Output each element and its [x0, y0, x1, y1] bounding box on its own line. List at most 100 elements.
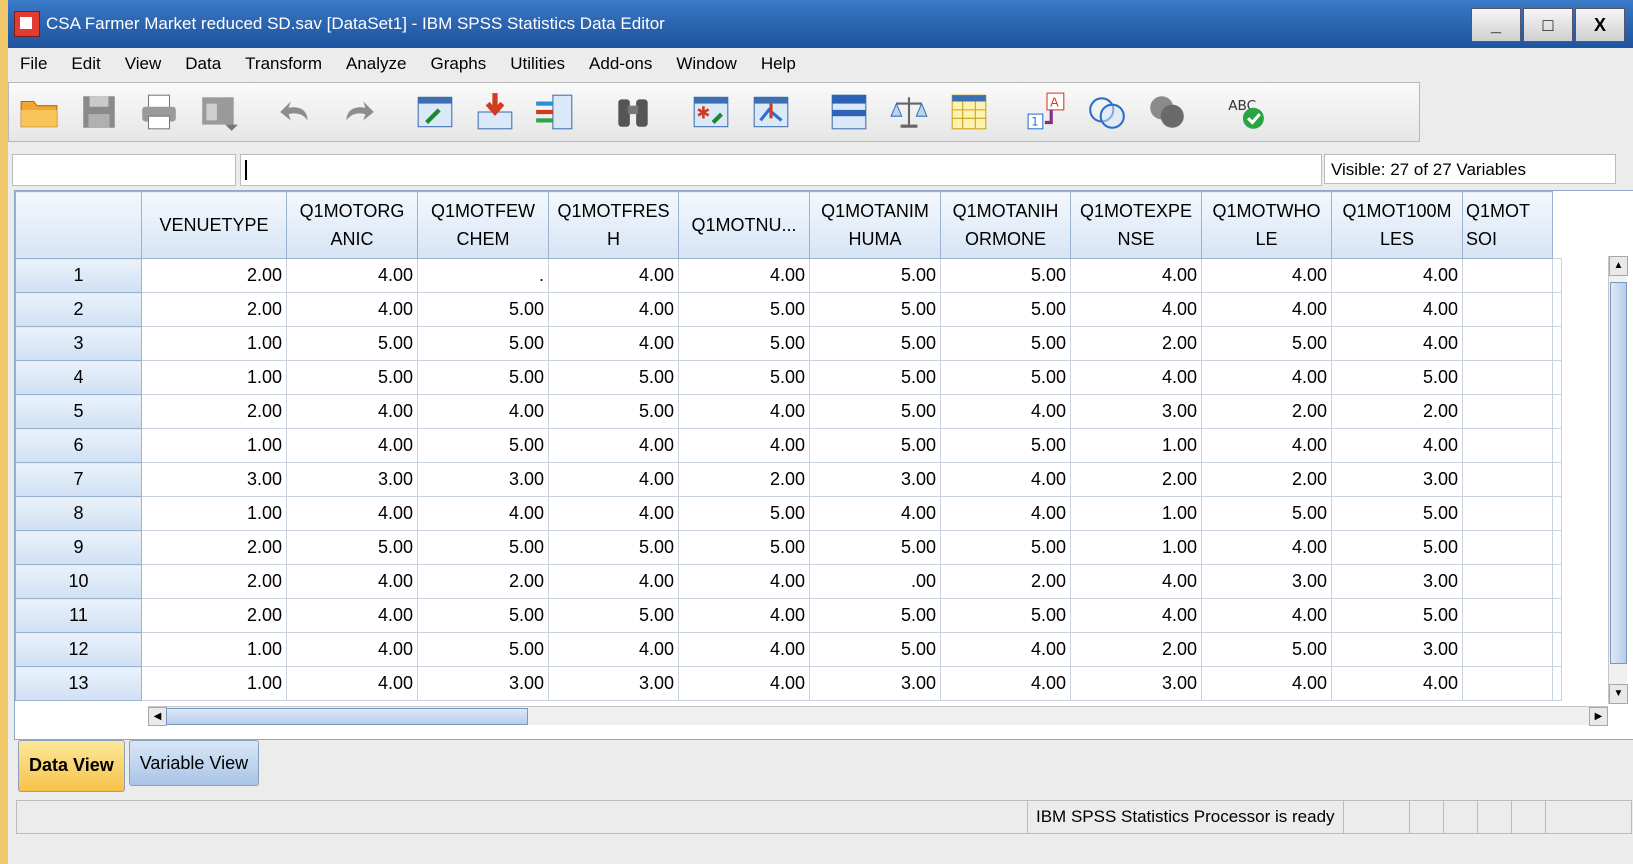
- horizontal-scrollbar[interactable]: ◀ ▶: [148, 706, 1608, 726]
- data-cell[interactable]: 4.00: [1070, 564, 1202, 599]
- data-cell[interactable]: 5.00: [678, 292, 810, 327]
- tab-variable-view[interactable]: Variable View: [128, 740, 260, 786]
- scroll-up-arrow-icon[interactable]: ▲: [1609, 256, 1628, 276]
- insert-cases-icon[interactable]: ✱: [689, 90, 733, 134]
- data-cell[interactable]: [1462, 530, 1553, 565]
- data-cell[interactable]: 1.00: [141, 360, 287, 395]
- value-labels-icon[interactable]: A1: [1025, 90, 1069, 134]
- data-cell[interactable]: 1.00: [1070, 496, 1202, 531]
- data-cell[interactable]: 5.00: [678, 360, 810, 395]
- data-cell[interactable]: 3.00: [286, 462, 418, 497]
- data-cell[interactable]: 5.00: [1201, 632, 1332, 667]
- data-cell[interactable]: 5.00: [940, 258, 1071, 293]
- row-number-cell[interactable]: 6: [15, 428, 142, 463]
- data-cell[interactable]: 4.00: [1201, 666, 1332, 701]
- data-cell[interactable]: [1552, 326, 1562, 361]
- data-cell[interactable]: 5.00: [678, 326, 810, 361]
- use-sets-icon[interactable]: [1085, 90, 1129, 134]
- data-cell[interactable]: 4.00: [678, 258, 810, 293]
- column-header[interactable]: Q1MOT SOI: [1462, 191, 1553, 259]
- print-icon[interactable]: [137, 90, 181, 134]
- cell-reference-field[interactable]: [12, 154, 236, 186]
- data-cell[interactable]: 5.00: [417, 598, 549, 633]
- data-cell[interactable]: [1552, 258, 1562, 293]
- column-header[interactable]: Q1MOT100M LES: [1331, 191, 1463, 259]
- data-cell[interactable]: 5.00: [417, 428, 549, 463]
- data-cell[interactable]: 4.00: [548, 462, 679, 497]
- data-cell[interactable]: 4.00: [417, 394, 549, 429]
- data-cell[interactable]: 5.00: [417, 530, 549, 565]
- menu-file[interactable]: File: [8, 54, 59, 74]
- data-cell[interactable]: 5.00: [809, 326, 941, 361]
- data-cell[interactable]: 4.00: [1331, 258, 1463, 293]
- menu-add-ons[interactable]: Add-ons: [577, 54, 664, 74]
- data-cell[interactable]: 2.00: [678, 462, 810, 497]
- data-cell[interactable]: 5.00: [417, 292, 549, 327]
- data-cell[interactable]: 4.00: [678, 564, 810, 599]
- scroll-right-arrow-icon[interactable]: ▶: [1589, 707, 1608, 726]
- data-cell[interactable]: [1552, 462, 1562, 497]
- data-cell[interactable]: 2.00: [141, 394, 287, 429]
- menu-window[interactable]: Window: [664, 54, 748, 74]
- data-cell[interactable]: 5.00: [940, 428, 1071, 463]
- data-cell[interactable]: [1552, 564, 1562, 599]
- data-cell[interactable]: 5.00: [809, 258, 941, 293]
- data-cell[interactable]: 4.00: [678, 632, 810, 667]
- data-cell[interactable]: 4.00: [1331, 428, 1463, 463]
- data-cell[interactable]: 5.00: [1331, 530, 1463, 565]
- data-cell[interactable]: .00: [809, 564, 941, 599]
- row-number-cell[interactable]: 5: [15, 394, 142, 429]
- data-cell[interactable]: [1462, 292, 1553, 327]
- data-cell[interactable]: 2.00: [141, 258, 287, 293]
- data-cell[interactable]: 4.00: [1331, 666, 1463, 701]
- data-cell[interactable]: 4.00: [286, 258, 418, 293]
- data-cell[interactable]: 4.00: [940, 632, 1071, 667]
- data-cell[interactable]: 5.00: [809, 394, 941, 429]
- data-cell[interactable]: 5.00: [1201, 496, 1332, 531]
- column-header[interactable]: Q1MOTORG ANIC: [286, 191, 418, 259]
- column-header[interactable]: Q1MOTANIM HUMA: [809, 191, 941, 259]
- data-cell[interactable]: 3.00: [417, 462, 549, 497]
- maximize-button[interactable]: □: [1523, 8, 1573, 42]
- data-cell[interactable]: 4.00: [1201, 292, 1332, 327]
- find-icon[interactable]: [611, 90, 655, 134]
- data-cell[interactable]: 4.00: [548, 496, 679, 531]
- menu-graphs[interactable]: Graphs: [418, 54, 498, 74]
- column-header[interactable]: Q1MOTFRES H: [548, 191, 679, 259]
- data-cell[interactable]: 3.00: [1331, 462, 1463, 497]
- data-cell[interactable]: 4.00: [417, 496, 549, 531]
- horizontal-scroll-thumb[interactable]: [166, 708, 528, 725]
- data-cell[interactable]: 5.00: [286, 360, 418, 395]
- goto-case-icon[interactable]: [413, 90, 457, 134]
- data-cell[interactable]: 2.00: [1070, 632, 1202, 667]
- data-cell[interactable]: [1552, 598, 1562, 633]
- data-cell[interactable]: 1.00: [141, 326, 287, 361]
- menu-transform[interactable]: Transform: [233, 54, 334, 74]
- row-number-cell[interactable]: 13: [15, 666, 142, 701]
- data-cell[interactable]: 4.00: [1070, 598, 1202, 633]
- data-cell[interactable]: [1552, 428, 1562, 463]
- row-number-cell[interactable]: 12: [15, 632, 142, 667]
- data-cell[interactable]: 4.00: [286, 394, 418, 429]
- data-cell[interactable]: 5.00: [809, 360, 941, 395]
- data-cell[interactable]: 3.00: [548, 666, 679, 701]
- variables-icon[interactable]: [533, 90, 577, 134]
- data-cell[interactable]: [1552, 632, 1562, 667]
- data-cell[interactable]: 2.00: [141, 598, 287, 633]
- tab-data-view[interactable]: Data View: [18, 740, 125, 792]
- row-number-cell[interactable]: 9: [15, 530, 142, 565]
- data-cell[interactable]: 3.00: [1331, 632, 1463, 667]
- data-cell[interactable]: [1462, 326, 1553, 361]
- data-cell[interactable]: 5.00: [1331, 360, 1463, 395]
- vertical-scrollbar[interactable]: ▲ ▼: [1608, 256, 1628, 704]
- data-cell[interactable]: 4.00: [1201, 598, 1332, 633]
- data-cell[interactable]: 5.00: [940, 598, 1071, 633]
- data-cell[interactable]: 5.00: [286, 326, 418, 361]
- data-cell[interactable]: [1552, 496, 1562, 531]
- data-cell[interactable]: [1552, 530, 1562, 565]
- row-number-cell[interactable]: 7: [15, 462, 142, 497]
- data-cell[interactable]: 2.00: [1070, 462, 1202, 497]
- menu-data[interactable]: Data: [173, 54, 233, 74]
- redo-icon[interactable]: [335, 90, 379, 134]
- data-cell[interactable]: 4.00: [940, 666, 1071, 701]
